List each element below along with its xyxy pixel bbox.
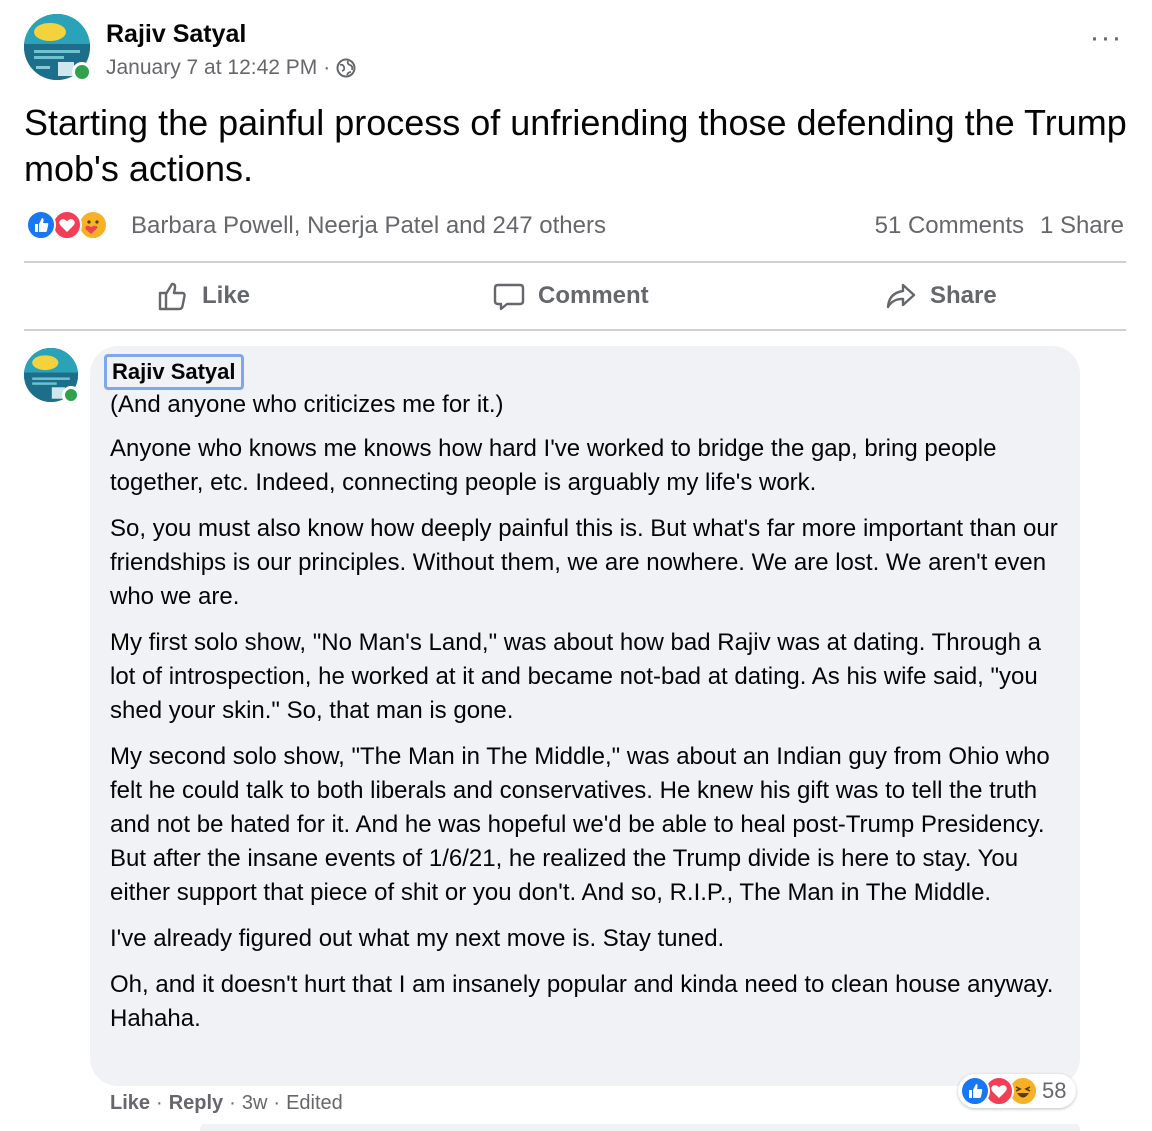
love-icon	[52, 210, 82, 240]
comment-paragraph: My first solo show, "No Man's Land," was…	[110, 629, 1041, 724]
comment-button[interactable]: Comment	[492, 264, 649, 328]
comment-edited-label[interactable]: Edited	[286, 1092, 343, 1115]
comment-author-name[interactable]: Rajiv Satyal	[104, 354, 244, 390]
like-label: Like	[202, 282, 251, 309]
comment-paragraph: I've already figured out what my next mo…	[110, 925, 725, 952]
comment-body: (And anyone who criticizes me for it.) A…	[110, 388, 1070, 1048]
commenter-online-dot	[62, 386, 80, 404]
divider-top	[24, 261, 1126, 263]
divider-bottom	[24, 329, 1126, 331]
like-icon	[960, 1076, 990, 1106]
reactions-summary: Barbara Powell, Neerja Patel and 247 oth…	[24, 206, 1126, 246]
comment-paragraph: Anyone who knows me knows how hard I've …	[110, 435, 997, 496]
online-status-dot	[72, 62, 92, 82]
share-button[interactable]: Share	[884, 264, 997, 328]
comment-time[interactable]: 3w	[242, 1092, 268, 1115]
comment-icon	[493, 283, 525, 311]
post-meta: January 7 at 12:42 PM ·	[106, 56, 356, 80]
like-button[interactable]: Like	[156, 264, 250, 328]
like-icon	[26, 210, 56, 240]
post-header: Rajiv Satyal January 7 at 12:42 PM · ···	[24, 14, 1128, 84]
comment-reactions[interactable]: 58	[958, 1074, 1077, 1108]
post-text: Starting the painful process of unfriend…	[24, 102, 1127, 189]
post-date[interactable]: January 7 at 12:42 PM	[106, 56, 317, 80]
comment-like-link[interactable]: Like	[110, 1092, 150, 1115]
post-author-name[interactable]: Rajiv Satyal	[106, 20, 246, 49]
share-arrow-icon	[886, 283, 916, 309]
comment-reaction-icons	[960, 1076, 1038, 1106]
comment-paragraph: So, you must also know how deeply painfu…	[110, 515, 1058, 610]
more-options-button[interactable]: ···	[1084, 23, 1128, 60]
action-bar: Like Comment Share	[24, 264, 1126, 328]
footer-dot: ·	[156, 1092, 163, 1114]
meta-separator: ·	[323, 56, 331, 79]
footer-dot: ·	[273, 1092, 281, 1114]
comment-paragraph: Oh, and it doesn't hurt that I am insane…	[110, 971, 1054, 1032]
comment-bubble: Rajiv Satyal (And anyone who criticizes …	[90, 346, 1080, 1086]
share-count[interactable]: 1 Share	[1040, 212, 1124, 240]
comment-paragraph: My second solo show, "The Man in The Mid…	[110, 743, 1050, 906]
thumbs-up-icon	[158, 282, 186, 311]
comment-reaction-count: 58	[1042, 1078, 1067, 1103]
next-comment-edge	[200, 1124, 1080, 1131]
footer-dot: ·	[229, 1092, 236, 1114]
comment-count[interactable]: 51 Comments	[875, 212, 1024, 240]
comment-footer: Like · Reply · 3w · Edited	[110, 1092, 343, 1115]
comment-label: Comment	[538, 282, 649, 309]
share-label: Share	[930, 282, 997, 309]
globe-icon	[336, 58, 356, 78]
reaction-icons[interactable]	[26, 210, 126, 242]
care-icon	[78, 210, 108, 240]
comment-reply-link[interactable]: Reply	[169, 1092, 223, 1115]
comment-paragraph: (And anyone who criticizes me for it.)	[110, 391, 504, 418]
reaction-names[interactable]: Barbara Powell, Neerja Patel and 247 oth…	[131, 212, 606, 240]
